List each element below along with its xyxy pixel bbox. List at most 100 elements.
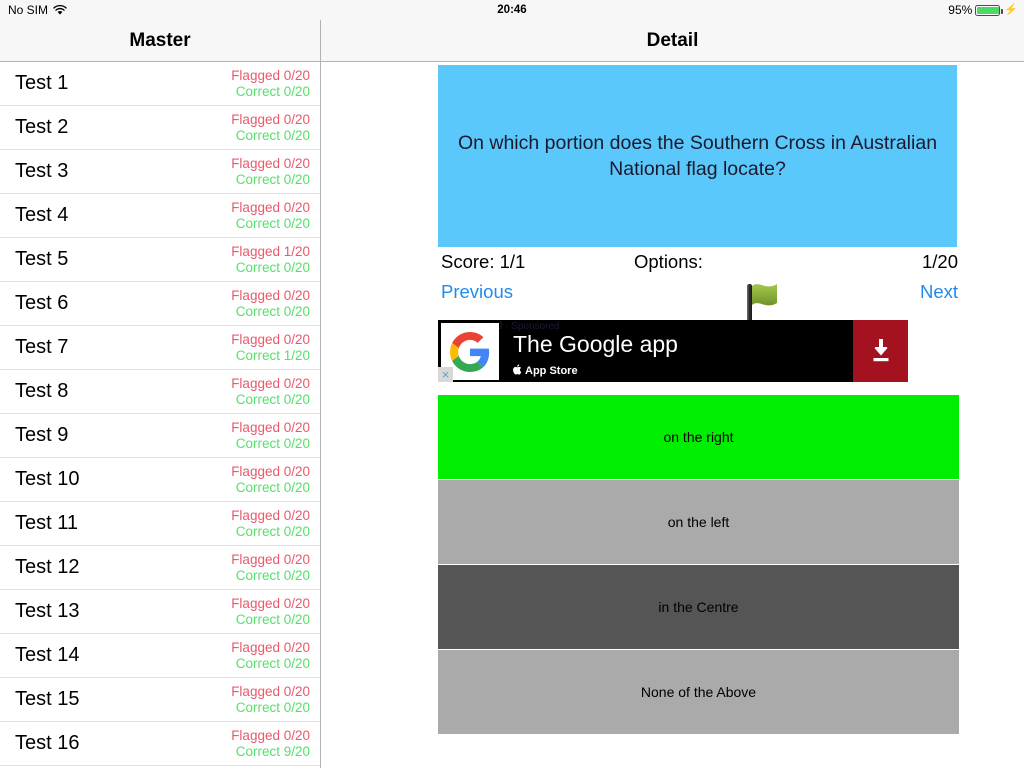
score-label: Score: 1/1: [441, 251, 526, 272]
master-row-stats: Flagged 0/20 Correct 0/20: [231, 68, 310, 100]
download-icon: [873, 339, 888, 362]
options-label: Options:: [634, 251, 703, 272]
status-bar-right: 95% ⚡: [948, 3, 1018, 17]
flagged-count-label: Flagged 0/20: [231, 595, 310, 611]
master-row-6[interactable]: Test 6 Flagged 0/20 Correct 0/20: [0, 282, 320, 326]
master-row-7[interactable]: Test 7 Flagged 0/20 Correct 1/20: [0, 326, 320, 370]
correct-count-label: Correct 0/20: [235, 83, 310, 99]
question-text: On which portion does the Southern Cross…: [457, 132, 938, 180]
correct-count-label: Correct 1/20: [235, 347, 310, 363]
score-row: Score: 1/1 Options: 1/20: [438, 247, 961, 277]
master-row-3[interactable]: Test 3 Flagged 0/20 Correct 0/20: [0, 150, 320, 194]
app-root: No SIM 20:46 95% ⚡ Master Detail Test 1F: [0, 0, 1024, 768]
correct-count-label: Correct 0/20: [235, 655, 310, 671]
answer-option-label: in the Centre: [658, 599, 739, 615]
answer-option-4[interactable]: None of the Above: [438, 649, 959, 734]
master-row-1[interactable]: Test 1 Flagged 0/20 Correct 0/20: [0, 62, 320, 106]
correct-count-label: Correct 0/20: [235, 391, 310, 407]
flagged-count-label: Flagged 0/20: [231, 287, 310, 303]
flagged-count-label: Flagged 0/20: [231, 111, 310, 127]
master-row-stats: Flagged 0/20 Correct 0/20: [231, 420, 310, 452]
master-row-stats: Flagged 0/20 Correct 0/20: [231, 376, 310, 408]
master-row-4[interactable]: Test 4 Flagged 0/20 Correct 0/20: [0, 194, 320, 238]
ad-headline: The Google app: [513, 331, 678, 357]
master-row-14[interactable]: Test 14 Flagged 0/20 Correct 0/20: [0, 634, 320, 678]
ad-store-label: App Store: [513, 364, 578, 377]
battery-percent-label: 95%: [948, 3, 973, 17]
master-list[interactable]: Test 1 Flagged 0/20 Correct 0/20 Test 2 Flag…: [0, 62, 321, 768]
correct-count-label: Correct 0/20: [235, 567, 310, 583]
correct-count-label: Correct 9/20: [235, 743, 310, 759]
ad-store-text: App Store: [525, 364, 578, 377]
question-card: On which portion does the Southern Cross…: [438, 65, 957, 247]
correct-count-label: Correct 0/20: [235, 611, 310, 627]
correct-count-label: Correct 0/20: [235, 699, 310, 715]
master-row-stats: Flagged 1/20 Correct 0/20: [231, 244, 310, 276]
flagged-count-label: Flagged 0/20: [231, 639, 310, 655]
master-row-13[interactable]: Test 13 Flagged 0/20 Correct 0/20: [0, 590, 320, 634]
master-row-title: Test 12: [15, 556, 80, 578]
question-index-label: 1/20: [921, 251, 958, 272]
master-row-16[interactable]: Test 16 Flagged 0/20 Correct 9/20: [0, 722, 320, 766]
detail-title: Detail: [646, 29, 699, 51]
status-bar: No SIM 20:46 95% ⚡: [0, 0, 1024, 20]
master-row-2[interactable]: Test 2 Flagged 0/20 Correct 0/20: [0, 106, 320, 150]
answer-options-list[interactable]: on the right on the left in the Centre None…: [438, 394, 959, 734]
master-row-title: Test 13: [15, 600, 80, 622]
previous-button[interactable]: Previous: [441, 281, 513, 303]
flagged-count-label: Flagged 0/20: [231, 155, 310, 171]
master-row-stats: Flagged 0/20 Correct 0/20: [231, 684, 310, 716]
answer-option-label: on the right: [663, 429, 734, 445]
master-row-stats: Flagged 0/20 Correct 0/20: [231, 596, 310, 628]
master-row-stats: Flagged 0/20 Correct 0/20: [231, 288, 310, 320]
master-row-title: Test 11: [15, 512, 78, 534]
flagged-count-label: Flagged 0/20: [231, 463, 310, 479]
flagged-count-label: Flagged 0/20: [231, 683, 310, 699]
flagged-count-label: Flagged 0/20: [231, 199, 310, 215]
green-flag-icon[interactable]: [738, 277, 786, 325]
master-title: Master: [129, 29, 191, 51]
master-row-title: Test 5: [15, 248, 69, 270]
battery-icon: [975, 4, 1003, 16]
master-row-stats: Flagged 0/20 Correct 0/20: [231, 464, 310, 496]
detail-navbar: Detail: [321, 20, 1024, 62]
master-row-9[interactable]: Test 9 Flagged 0/20 Correct 0/20: [0, 414, 320, 458]
master-row-8[interactable]: Test 8 Flagged 0/20 Correct 0/20: [0, 370, 320, 414]
detail-pane: On which portion does the Southern Cross…: [321, 62, 1024, 768]
ad-download-button[interactable]: [853, 320, 908, 382]
flagged-count-label: Flagged 1/20: [231, 243, 310, 259]
master-row-title: Test 3: [15, 160, 69, 182]
flagged-count-label: Flagged 0/20: [231, 727, 310, 743]
ad-close-button[interactable]: ×: [438, 367, 453, 382]
master-row-title: Test 16: [15, 732, 80, 754]
master-navbar: Master: [0, 20, 321, 62]
correct-count-label: Correct 0/20: [235, 479, 310, 495]
master-row-title: Test 6: [15, 292, 69, 314]
master-row-title: Test 4: [15, 204, 69, 226]
master-row-stats: Flagged 0/20 Correct 1/20: [231, 332, 310, 364]
answer-option-2[interactable]: on the left: [438, 479, 959, 564]
correct-count-label: Correct 0/20: [235, 523, 310, 539]
correct-count-label: Correct 0/20: [235, 259, 310, 275]
master-row-title: Test 9: [15, 424, 69, 446]
answer-option-1[interactable]: on the right: [438, 394, 959, 479]
master-row-15[interactable]: Test 15 Flagged 0/20 Correct 0/20: [0, 678, 320, 722]
apple-logo-icon: [513, 364, 522, 377]
master-row-stats: Flagged 0/20 Correct 0/20: [231, 508, 310, 540]
correct-count-label: Correct 0/20: [235, 127, 310, 143]
flagged-count-label: Flagged 0/20: [231, 67, 310, 83]
answer-option-3[interactable]: in the Centre: [438, 564, 959, 649]
next-button[interactable]: Next: [920, 281, 958, 303]
lightning-bolt-icon: ⚡: [1004, 3, 1018, 16]
master-row-10[interactable]: Test 10 Flagged 0/20 Correct 0/20: [0, 458, 320, 502]
master-row-11[interactable]: Test 11 Flagged 0/20 Correct 0/20: [0, 502, 320, 546]
answer-option-label: None of the Above: [640, 684, 757, 700]
master-row-title: Test 2: [15, 116, 69, 138]
ad-banner[interactable]: Ad · Sponsored The Google app App Store: [438, 320, 908, 382]
flagged-count-label: Flagged 0/20: [231, 419, 310, 435]
master-row-stats: Flagged 0/20 Correct 9/20: [231, 728, 310, 760]
master-row-stats: Flagged 0/20 Correct 0/20: [231, 156, 310, 188]
master-row-stats: Flagged 0/20 Correct 0/20: [231, 200, 310, 232]
master-row-5[interactable]: Test 5 Flagged 1/20 Correct 0/20: [0, 238, 320, 282]
master-row-12[interactable]: Test 12 Flagged 0/20 Correct 0/20: [0, 546, 320, 590]
